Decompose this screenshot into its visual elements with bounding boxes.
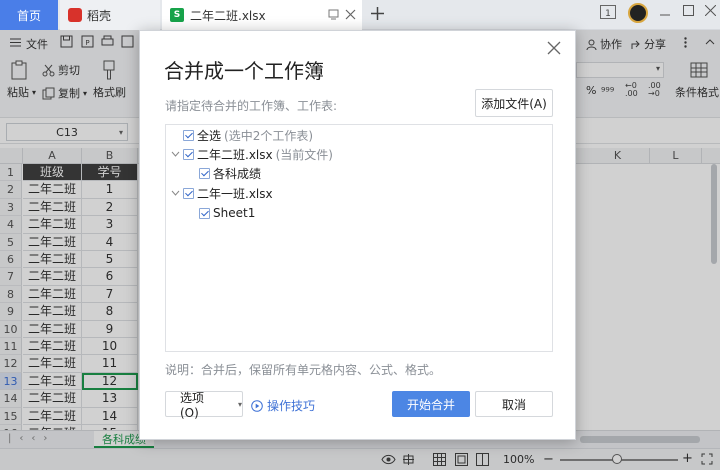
tab-home-label: 首页 [16, 8, 41, 23]
book-1-sheet-label: 各科成绩 [213, 166, 262, 181]
book-1-label: 二年二班.xlsx [197, 147, 273, 162]
spreadsheet-icon: S [170, 8, 184, 22]
options-label: 选项(O) [180, 390, 205, 420]
add-file-button[interactable]: 添加文件(A) [475, 89, 553, 117]
svg-text:1: 1 [605, 9, 611, 19]
cancel-button[interactable]: 取消 [475, 391, 553, 417]
tab-home[interactable]: 首页 [0, 0, 58, 30]
minimize-icon[interactable] [660, 10, 670, 20]
tips-label: 操作技巧 [267, 399, 316, 413]
start-merge-button[interactable]: 开始合并 [392, 391, 470, 417]
chevron-down-icon[interactable] [170, 188, 180, 198]
docer-logo-icon [68, 8, 82, 22]
tree-book-1-sheet[interactable]: 各科成绩 [199, 164, 261, 182]
book-1-note: (当前文件) [275, 147, 333, 162]
book-1-checkbox[interactable] [183, 148, 194, 160]
book-1-sheet-checkbox[interactable] [199, 167, 210, 179]
select-all-note: (选中2个工作表) [224, 128, 314, 143]
select-all-checkbox[interactable] [183, 129, 194, 141]
new-tab-icon[interactable] [371, 7, 384, 20]
tree-select-all[interactable]: 全选 (选中2个工作表) [183, 126, 313, 144]
close-icon[interactable] [547, 41, 563, 57]
close-window-icon[interactable] [705, 5, 716, 16]
caret-down-icon: ▾ [237, 399, 242, 409]
close-tab-icon[interactable] [345, 9, 356, 20]
dialog-subtitle: 请指定待合并的工作簿、工作表: [165, 99, 338, 113]
tab-file-label: 二年二班.xlsx [190, 8, 266, 23]
book-2-sheet-checkbox[interactable] [199, 207, 210, 219]
book-2-sheet-label: Sheet1 [213, 206, 256, 220]
book-2-checkbox[interactable] [183, 187, 194, 199]
tree-book-2[interactable]: 二年一班.xlsx [170, 184, 273, 202]
dialog-note: 说明：合并后，保留所有单元格内容、公式、格式。 [165, 363, 442, 377]
maximize-icon[interactable] [683, 5, 694, 16]
workbook-tree: 全选 (选中2个工作表) 二年二班.xlsx (当前文件) 各科成绩 二年一班.… [165, 124, 553, 352]
title-bar: 首页 稻壳 S 二年二班.xlsx 1 [0, 0, 720, 30]
tab-docer[interactable]: 稻壳 [60, 0, 160, 30]
window-restore-icon[interactable] [328, 9, 339, 20]
tab-file[interactable]: S 二年二班.xlsx [162, 0, 362, 30]
chevron-down-icon[interactable] [170, 149, 180, 159]
badge-icon[interactable]: 1 [600, 5, 616, 19]
avatar[interactable] [628, 3, 648, 23]
select-all-label: 全选 [197, 128, 222, 143]
tips-link[interactable]: 操作技巧 [251, 397, 315, 414]
merge-workbook-dialog: 合并成一个工作簿 请指定待合并的工作簿、工作表: 添加文件(A) 全选 (选中2… [139, 30, 576, 440]
book-2-label: 二年一班.xlsx [197, 186, 273, 201]
tree-book-2-sheet[interactable]: Sheet1 [199, 204, 255, 222]
play-circle-icon [251, 399, 263, 412]
dialog-title: 合并成一个工作簿 [164, 59, 324, 83]
tree-book-1[interactable]: 二年二班.xlsx (当前文件) [170, 145, 333, 163]
options-dropdown[interactable]: 选项(O) ▾ [165, 390, 243, 420]
tab-docer-label: 稻壳 [87, 8, 112, 23]
